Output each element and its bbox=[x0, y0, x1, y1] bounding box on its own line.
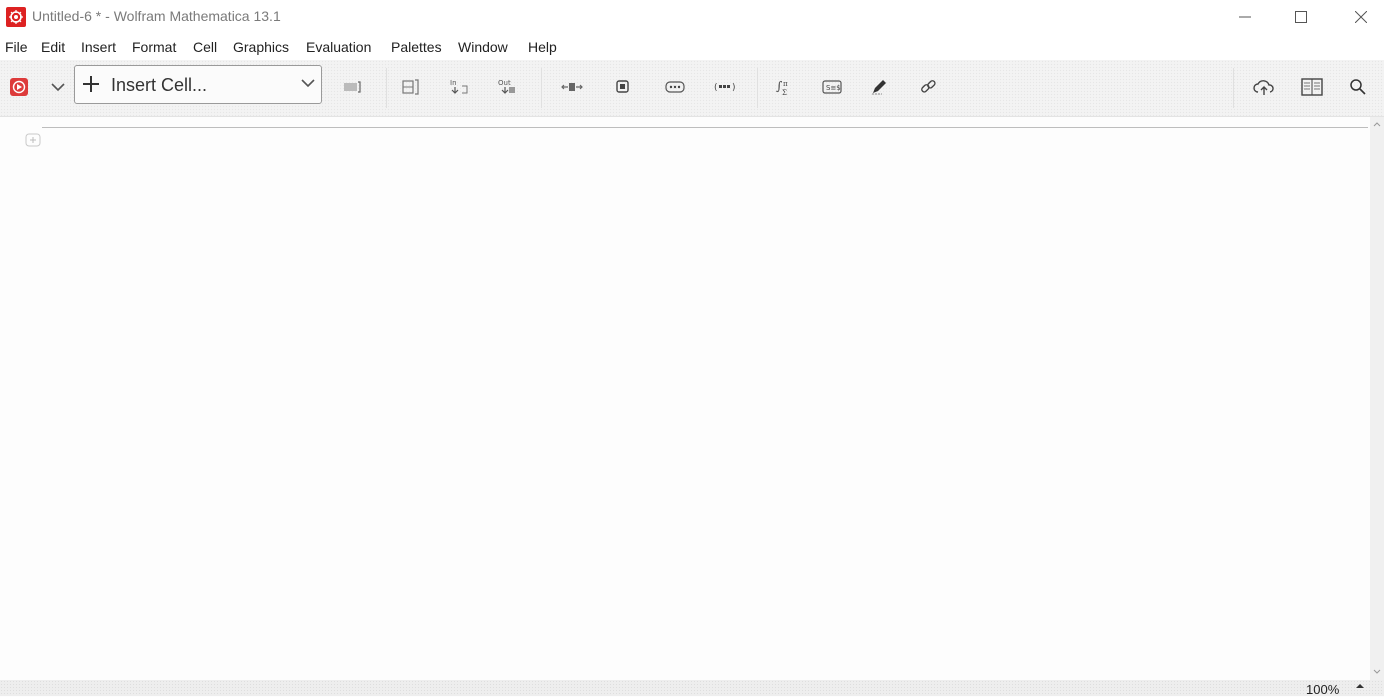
integral-sum-icon[interactable]: ∫ π Σ bbox=[767, 70, 801, 104]
notebook-area[interactable] bbox=[0, 117, 1370, 680]
cell-bracket-icon[interactable] bbox=[394, 70, 428, 104]
vertical-scrollbar[interactable] bbox=[1370, 117, 1384, 680]
close-button[interactable] bbox=[1338, 0, 1384, 34]
menu-evaluation[interactable]: Evaluation bbox=[306, 39, 371, 55]
svg-text:(: ( bbox=[714, 83, 718, 93]
more-icon[interactable] bbox=[658, 70, 692, 104]
menu-format[interactable]: Format bbox=[132, 39, 176, 55]
mathematica-app-icon[interactable] bbox=[6, 7, 26, 27]
chevron-down-icon bbox=[301, 79, 315, 88]
maximize-button[interactable] bbox=[1278, 0, 1324, 34]
menu-graphics[interactable]: Graphics bbox=[233, 39, 289, 55]
dropdown-chevron-icon[interactable] bbox=[40, 70, 76, 104]
scroll-up-icon[interactable] bbox=[1370, 117, 1384, 131]
link-icon[interactable] bbox=[911, 70, 945, 104]
notebook-book-icon[interactable] bbox=[1295, 70, 1329, 104]
svg-text:): ) bbox=[732, 83, 736, 93]
cell-insertion-line[interactable] bbox=[42, 127, 1368, 128]
menu-palettes[interactable]: Palettes bbox=[391, 39, 442, 55]
toolbar: Insert Cell... In Out () ∫ π Σ S≡$ bbox=[0, 60, 1384, 117]
out-cell-icon[interactable]: Out bbox=[491, 70, 525, 104]
svg-text:π: π bbox=[783, 80, 788, 88]
search-icon[interactable] bbox=[1341, 70, 1375, 104]
svg-text:Out: Out bbox=[498, 79, 511, 87]
insert-cell-label: Insert Cell... bbox=[111, 75, 208, 95]
plus-icon bbox=[83, 76, 99, 92]
svg-text:S≡$: S≡$ bbox=[826, 84, 841, 92]
minimize-button[interactable] bbox=[1222, 0, 1268, 34]
title-bar: Untitled-6 * - Wolfram Mathematica 13.1 bbox=[0, 0, 1384, 34]
cell-insert-plus-icon[interactable] bbox=[25, 132, 41, 148]
pen-icon[interactable] bbox=[862, 70, 896, 104]
window-title: Untitled-6 * - Wolfram Mathematica 13.1 bbox=[32, 8, 281, 24]
menu-edit[interactable]: Edit bbox=[41, 39, 65, 55]
menu-insert[interactable]: Insert bbox=[81, 39, 116, 55]
menu-bar: File Edit Insert Format Cell Graphics Ev… bbox=[0, 34, 1384, 60]
menu-help[interactable]: Help bbox=[528, 39, 557, 55]
in-cell-icon[interactable]: In bbox=[443, 70, 477, 104]
menu-file[interactable]: File bbox=[5, 39, 28, 55]
resize-icon[interactable] bbox=[555, 70, 589, 104]
toggle-cell-icon[interactable] bbox=[336, 70, 370, 104]
scroll-down-icon[interactable] bbox=[1370, 665, 1384, 679]
currency-icon[interactable]: S≡$ bbox=[815, 70, 849, 104]
zoom-level[interactable]: 100% bbox=[1306, 682, 1339, 697]
zoom-menu-icon[interactable] bbox=[1355, 682, 1365, 690]
cloud-upload-icon[interactable] bbox=[1247, 70, 1281, 104]
placeholder-icon[interactable]: () bbox=[708, 70, 744, 104]
insert-cell-dropdown[interactable]: Insert Cell... bbox=[74, 65, 322, 104]
evaluate-icon[interactable] bbox=[2, 70, 36, 104]
status-bar: 100% bbox=[0, 680, 1384, 697]
menu-window[interactable]: Window bbox=[458, 39, 508, 55]
svg-text:In: In bbox=[450, 79, 457, 87]
svg-text:Σ: Σ bbox=[782, 89, 787, 96]
menu-cell[interactable]: Cell bbox=[193, 39, 217, 55]
frame-icon[interactable] bbox=[606, 70, 640, 104]
